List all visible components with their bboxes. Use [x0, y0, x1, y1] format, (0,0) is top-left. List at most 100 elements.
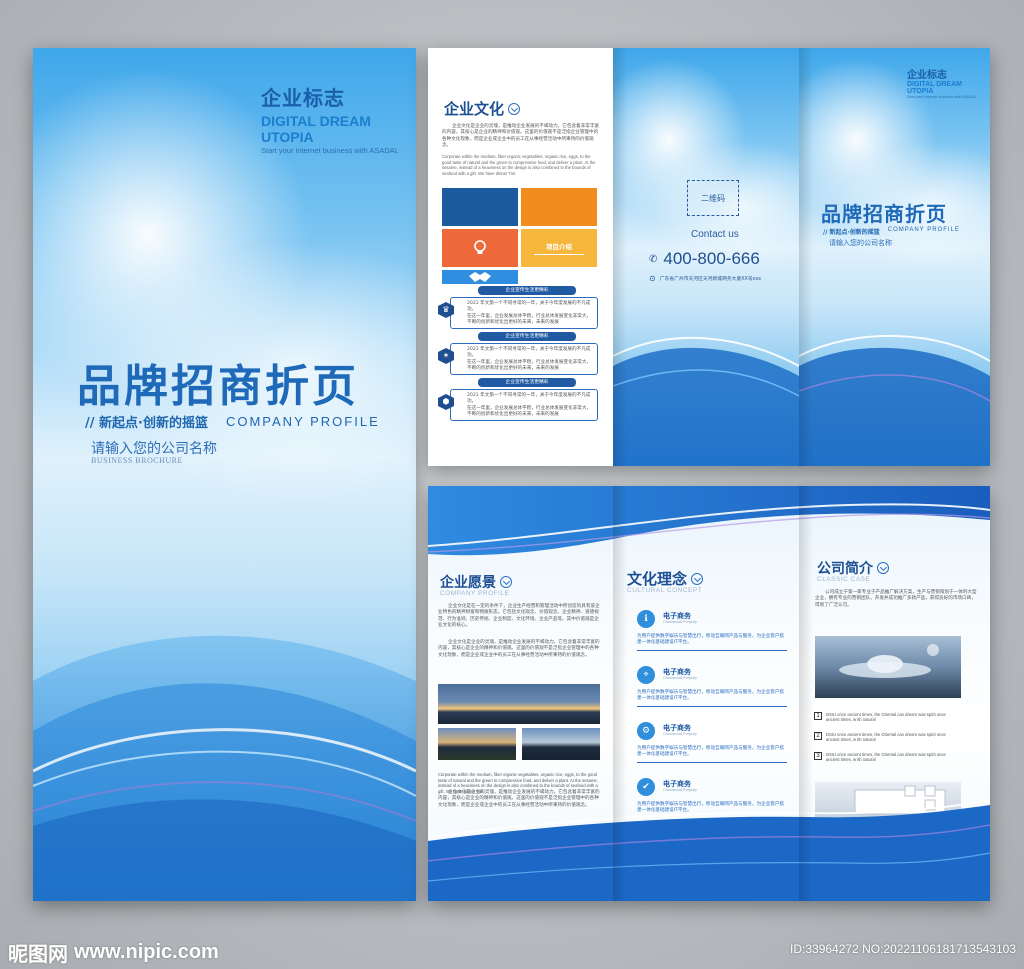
- timeline-box: 2021 年文旅一个不同寻常的一年，关于今年度发展的不凡成功。 在这一年里，企业…: [450, 297, 598, 329]
- phone-icon: ✆: [649, 253, 658, 265]
- back-slogan-en: COMPANY PROFILE: [887, 227, 960, 233]
- cover-logo: 企业标志 DIGITAL DREAM UTOPIA Start your int…: [261, 82, 416, 155]
- intro-en: CLASSIC CASE: [817, 576, 871, 583]
- timeline-pill: 企业宣传生活更精彩: [478, 378, 576, 387]
- contact-label: Contact us: [691, 229, 739, 240]
- back-wave-graphic: [799, 334, 990, 466]
- cover-logo-tagline: Start your internet business with ASADAL: [261, 146, 399, 155]
- address-text: 广东省广州市天河区天河新城商务大厦XX号xxx: [659, 277, 762, 282]
- culture-heading: 企业文化: [444, 98, 521, 119]
- cover-slogan: // 新起点·创新的摇篮: [85, 416, 208, 431]
- intro-divider: [534, 254, 584, 255]
- cover-title: 品牌招商折页: [77, 361, 359, 412]
- back-logo-cn: 企业标志: [907, 70, 947, 81]
- phone-number: 400-800-666: [663, 249, 760, 268]
- contact-wave-graphic: [613, 336, 799, 466]
- timeline-line: 2021 年文旅一个不同寻常的一年，关于今年度发展的不凡成功。: [467, 301, 591, 313]
- service-divider: [637, 762, 787, 763]
- cover-slogan-en: COMPANY PROFILE: [225, 414, 380, 429]
- case-text-2: ancient times, w ith natural: [826, 737, 876, 742]
- back-slogan: // 新起点·创新的摇篮: [823, 229, 880, 236]
- fold-shadow: [799, 486, 813, 901]
- grid-tile-navy: [442, 188, 518, 226]
- fold-shadow: [613, 486, 627, 901]
- site-watermark-url: www.nipic.com: [74, 941, 219, 963]
- timeline-line: 不断的创新和优化出更好的未来，未来的发展: [467, 412, 559, 418]
- cover-wave-graphic: [33, 635, 416, 901]
- intro-label: 项目介绍: [546, 243, 572, 251]
- inner-spread-panel: 企业愿景 COMPANY PROFILE 企业文化是在一定的条件下，企业生产经营…: [428, 486, 990, 901]
- service-divider: [637, 706, 787, 707]
- timeline-pill: 企业宣传生活更精彩: [478, 286, 576, 295]
- timeline-line: 2021 年文旅一个不同寻常的一年，关于今年度发展的不凡成功。: [467, 347, 591, 359]
- vision-body-2: 企业文化是企业的灵魂，是推动企业发展的不竭动力。它包含着非常丰富的内容，其核心是…: [438, 640, 600, 658]
- cover-panel: 企业标志 DIGITAL DREAM UTOPIA Start your int…: [33, 48, 416, 901]
- site-watermark-cn: 昵图网: [8, 942, 68, 966]
- grid-tile-idea: [442, 229, 518, 267]
- timeline-box: 2021 年文旅一个不同寻常的一年，关于今年度发展的不凡成功。 在这一年里，企业…: [450, 389, 598, 421]
- qr-label: 二维码: [701, 193, 725, 203]
- id-watermark: ID:33964272 NO:20221106181713543103: [790, 942, 1016, 956]
- grid-tile-orange: [521, 188, 597, 226]
- timeline-box: 2021 年文旅一个不同寻常的一年，关于今年度发展的不凡成功。 在这一年里，企业…: [450, 343, 598, 375]
- timeline-line: 不断的创新和优化出更好的未来，未来的发展: [467, 366, 559, 372]
- case-number: 1: [814, 712, 822, 720]
- info-icon: ℹ: [637, 610, 655, 628]
- back-cover-column: 企业标志 DIGITAL DREAM UTOPIA Start your int…: [799, 48, 990, 466]
- concept-en: CULTURAL CONCEPT: [627, 587, 703, 594]
- back-company-name: 请输入您的公司名称: [829, 239, 892, 247]
- outer-spread-panel: 企业文化 企业文化是企业的灵魂，是推动企业发展的不竭动力。它包含着非常丰富的内容…: [428, 48, 990, 466]
- service-desc: 为用户提供数字娱乐与智慧出行，移动互联网产品与服务，为企业客户搭建一体化基础建设…: [637, 634, 785, 646]
- grid-tile-intro: 项目介绍: [521, 229, 597, 267]
- chevron-circle-icon: [500, 576, 512, 588]
- culture-body-en: Corporate within the medium, fiber organ…: [442, 154, 596, 176]
- case-item: 1 DSIU once ancient times, the Oriental …: [814, 712, 979, 722]
- case-text-2: ancient times, w ith natural: [826, 757, 876, 762]
- contact-column: 二维码 Contact us ✆ 400-800-666 ⊙ 广东省广州市天河区…: [613, 48, 799, 466]
- cover-brochure-en: BUSINESS BROCHURE: [91, 456, 183, 465]
- phone-row: ✆ 400-800-666: [649, 249, 760, 269]
- lake-photo-right: [522, 728, 600, 760]
- address-row: ⊙ 广东省广州市天河区天河新城商务大厦XX号xxx: [649, 274, 761, 283]
- lake-photo-left: [438, 728, 516, 760]
- case-item: 2 DSIU once ancient times, the Oriental …: [814, 732, 979, 742]
- timeline-item: 企业宣传生活更精彩 2021 年文旅一个不同寻常的一年，关于今年度发展的不凡成功…: [436, 332, 598, 375]
- cover-logo-en: DIGITAL DREAM UTOPIA: [261, 113, 371, 145]
- service-desc: 为用户提供数字娱乐与智慧出行，移动互联网产品与服务，为企业客户搭建一体化基础建设…: [637, 690, 785, 702]
- service-divider: [637, 650, 787, 651]
- case-item: 3 DSIU once ancient times, the Oriental …: [814, 752, 979, 762]
- service-desc: 为用户提供数字娱乐与智慧出行，移动互联网产品与服务，为企业客户搭建一体化基础建设…: [637, 746, 785, 758]
- ufo-graphic: [839, 644, 939, 678]
- top-wave-band: [428, 486, 990, 556]
- location-icon: ⌖: [637, 666, 655, 684]
- back-logo-tagline: Start your internet business with ASADAL: [907, 95, 977, 99]
- cover-logo-cn: 企业标志: [261, 86, 345, 110]
- bottom-wave-band: [428, 800, 990, 901]
- case-number: 3: [814, 752, 822, 760]
- service-en: Commercial Property: [663, 620, 697, 624]
- chevron-circle-icon: [508, 102, 521, 115]
- case-number: 2: [814, 732, 822, 740]
- handshake-icon: [469, 272, 491, 282]
- timeline-item: 企业宣传生活更精彩 2021 年文旅一个不同寻常的一年，关于今年度发展的不凡成功…: [436, 286, 598, 329]
- feature-grid: 项目介绍: [442, 188, 598, 284]
- tech-hand-photo: [815, 636, 961, 698]
- back-logo: 企业标志 DIGITAL DREAM UTOPIA Start your int…: [907, 66, 990, 99]
- culture-title: 企业文化: [444, 100, 505, 118]
- lake-sunset-photo: [438, 684, 600, 724]
- culture-body: 企业文化是企业的灵魂，是推动企业发展的不竭动力。它包含着非常丰富的内容，其核心是…: [442, 124, 600, 149]
- timeline-line: 不断的创新和优化出更好的未来，未来的发展: [467, 320, 559, 326]
- fold-shadow: [799, 48, 813, 466]
- site-watermark: 昵图网 www.nipic.com: [8, 938, 219, 967]
- vision-body: 企业文化是在一定的条件下，企业生产经营和管理活动中所创造的具有该企业特色的精神财…: [438, 604, 600, 629]
- back-title: 品牌招商折页: [821, 202, 947, 226]
- timeline-item: 企业宣传生活更精彩 2021 年文旅一个不同寻常的一年，关于今年度发展的不凡成功…: [436, 378, 598, 421]
- cover-subtitle-row: // 新起点·创新的摇篮 COMPANY PROFILE: [85, 412, 380, 431]
- gear-icon: ⚙: [637, 722, 655, 740]
- fold-shadow: [613, 48, 627, 466]
- qr-code-placeholder: 二维码: [687, 180, 739, 216]
- case-text-2: ancient times, w ith natural: [826, 717, 876, 722]
- lightbulb-icon: [474, 240, 486, 254]
- grid-tile-handshake: [442, 270, 518, 284]
- timeline-pill: 企业宣传生活更精彩: [478, 332, 576, 341]
